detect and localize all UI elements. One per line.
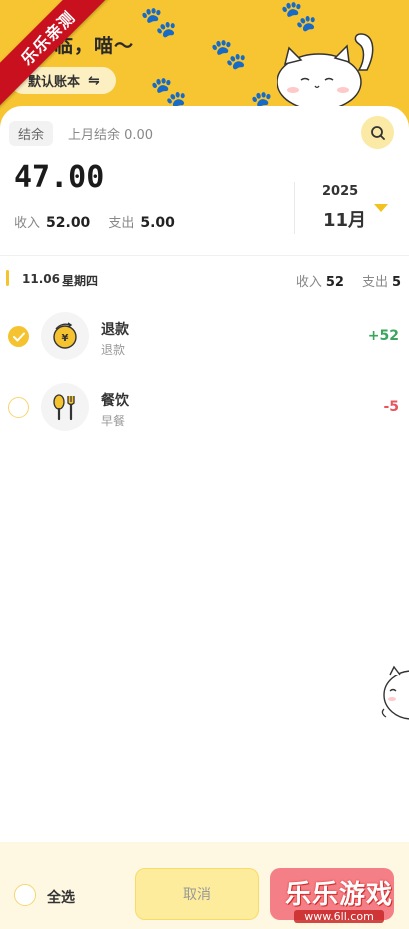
record-checkbox[interactable] — [8, 397, 29, 418]
day-expense-label: 支出 — [361, 275, 388, 290]
divider — [294, 182, 295, 234]
category-icon-container — [41, 383, 89, 431]
bottom-action-bar: 全选 取消 乐乐游戏 www.6ll.com — [0, 842, 409, 929]
paw-print-icon: 🐾 — [210, 37, 248, 72]
select-all-label[interactable]: 全选 — [47, 887, 75, 907]
account-book-label: 默认账本 — [28, 75, 81, 90]
year-label[interactable]: 2025 — [322, 184, 358, 199]
cancel-button[interactable]: 取消 — [135, 868, 259, 920]
food-utensils-icon — [53, 394, 75, 421]
record-row[interactable]: ¥ 退款 退款 +52 — [0, 307, 409, 367]
day-summary: 收入 52 支出 5 — [296, 271, 401, 290]
watermark-title: 乐乐游戏 — [284, 879, 393, 910]
income-value: 52.00 — [46, 215, 91, 231]
svg-text:¥: ¥ — [62, 333, 69, 344]
chevron-down-icon[interactable] — [374, 204, 388, 212]
main-card: 结余 上月结余 0.00 47.00 收入 52.00 支出 5.00 2025… — [0, 106, 409, 906]
category-icon-container: ¥ — [41, 312, 89, 360]
record-subtitle: 退款 — [101, 343, 126, 357]
record-subtitle: 早餐 — [101, 414, 126, 428]
income-label: 收入 — [14, 216, 41, 231]
expense-label: 支出 — [108, 216, 135, 231]
day-date: 11.06 — [22, 272, 60, 286]
month-income-expense: 收入 52.00 支出 5.00 — [14, 212, 175, 231]
select-all-checkbox[interactable] — [14, 884, 36, 906]
record-amount: +52 — [367, 328, 399, 344]
watermark-logo: 乐乐游戏 www.6ll.com — [269, 867, 409, 929]
cat-peek-icon — [381, 665, 409, 720]
day-expense-value: 5 — [391, 275, 401, 290]
day-weekday: 星期四 — [62, 274, 99, 288]
month-selector[interactable]: 11月 — [323, 206, 366, 232]
day-accent-bar — [6, 270, 9, 286]
record-row[interactable]: 餐饮 早餐 -5 — [0, 378, 409, 438]
balance-tag: 结余 — [9, 121, 54, 146]
last-month-balance: 上月结余 0.00 — [68, 128, 154, 143]
expense-value: 5.00 — [140, 215, 175, 231]
coin-refund-icon: ¥ — [53, 322, 77, 349]
watermark-url: www.6ll.com — [294, 909, 384, 923]
paw-print-icon: 🐾 — [150, 75, 188, 110]
cat-mascot-icon — [277, 33, 374, 110]
day-income-value: 52 — [325, 275, 344, 290]
day-income-label: 收入 — [295, 275, 322, 290]
record-title: 餐饮 — [101, 393, 129, 409]
swap-icon: ⇋ — [88, 72, 100, 89]
divider — [0, 255, 409, 256]
record-checkbox[interactable] — [8, 326, 29, 347]
search-button[interactable] — [361, 116, 394, 149]
search-icon — [370, 125, 385, 140]
record-amount: -5 — [383, 399, 399, 415]
balance-amount: 47.00 — [14, 160, 105, 195]
checkmark-icon — [12, 332, 25, 341]
record-title: 退款 — [101, 322, 129, 338]
paw-print-icon: 🐾 — [140, 5, 178, 40]
paw-print-icon: 🐾 — [280, 0, 318, 34]
